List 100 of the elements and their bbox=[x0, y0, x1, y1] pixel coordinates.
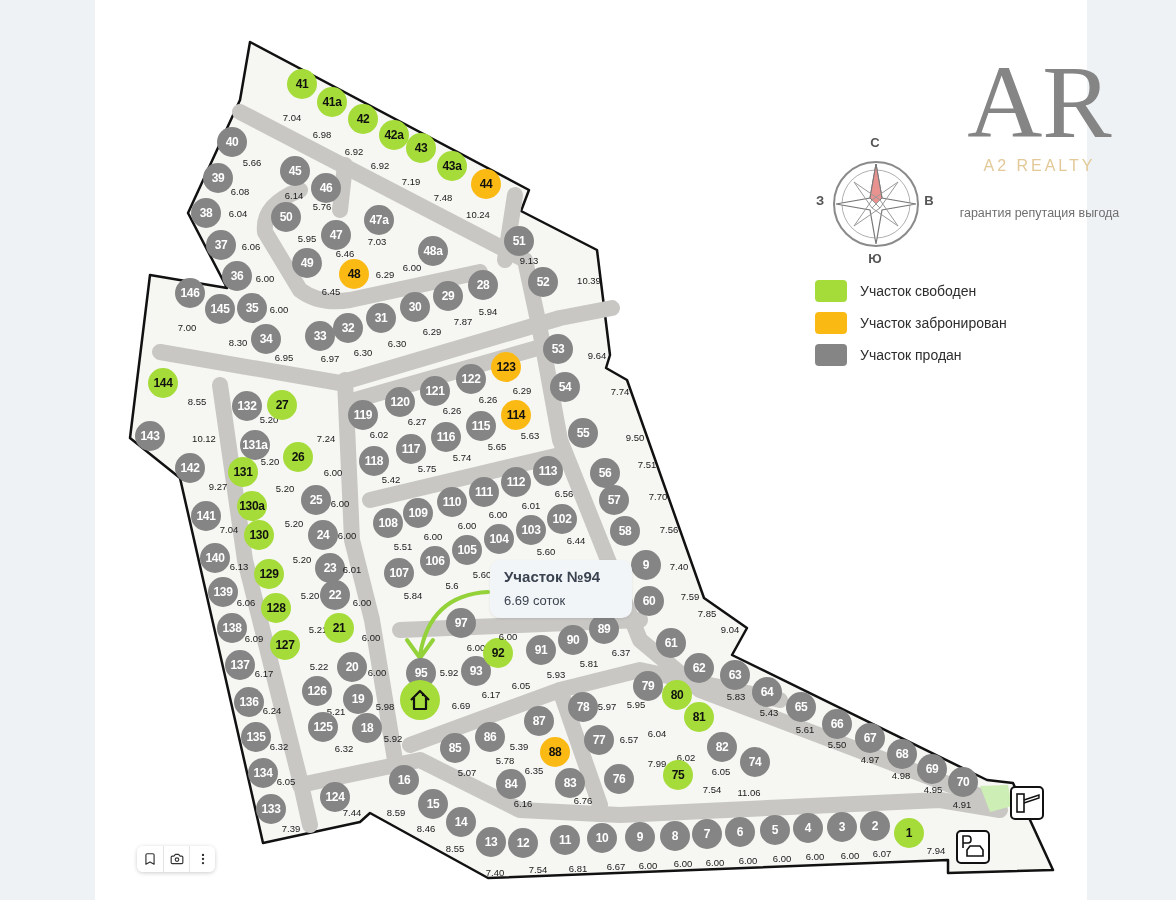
plot-area-label: 5.78 bbox=[495, 756, 515, 766]
plot-area-label: 6.30 bbox=[387, 339, 407, 349]
bookmark-icon bbox=[143, 852, 157, 866]
plot-area-label: 6.00 bbox=[255, 274, 275, 284]
plot-area-label: 6.00 bbox=[772, 854, 792, 864]
plot-area-label: 7.19 bbox=[401, 177, 421, 187]
plot-area-label: 6.00 bbox=[361, 633, 381, 643]
plot-area-label: 5.76 bbox=[312, 202, 332, 212]
plot-area-label: 6.06 bbox=[241, 242, 261, 252]
plot-area-label: 6.00 bbox=[673, 859, 693, 869]
plot-area-label: 5.6 bbox=[445, 581, 459, 591]
plot-area-label: 6.00 bbox=[323, 468, 343, 478]
plot-area-label: 7.56 bbox=[659, 525, 679, 535]
plot-area-label: 5.61 bbox=[795, 725, 815, 735]
plot-area-label: 7.70 bbox=[648, 492, 668, 502]
plot-area-label: 6.13 bbox=[229, 562, 249, 572]
plot-area-label: 10.24 bbox=[466, 210, 490, 220]
plot-area-label: 6.07 bbox=[872, 849, 892, 859]
legend-label: Участок забронирован bbox=[860, 315, 1007, 331]
plot-area-label: 6.92 bbox=[370, 161, 390, 171]
plot-area-label: 4.98 bbox=[891, 771, 911, 781]
compass-north-label: С bbox=[870, 134, 880, 150]
plot-area-label: 5.84 bbox=[403, 591, 423, 601]
plot-area-label: 6.00 bbox=[423, 532, 443, 542]
plot-area-label: 7.87 bbox=[453, 317, 473, 327]
plot-area-label: 6.76 bbox=[573, 796, 593, 806]
plot-area-label: 8.46 bbox=[416, 824, 436, 834]
plot-area-label: 6.16 bbox=[513, 799, 533, 809]
bookmark-button[interactable] bbox=[137, 846, 163, 872]
barrier-gate-icon bbox=[1010, 786, 1044, 820]
plot-area-label: 7.85 bbox=[697, 609, 717, 619]
plot-area-label: 7.04 bbox=[282, 113, 302, 123]
plot-area-label: 5.95 bbox=[297, 234, 317, 244]
plot-area-label: 7.40 bbox=[669, 562, 689, 572]
plot-area-label: 7.54 bbox=[528, 865, 548, 875]
plot-area-label: 11.06 bbox=[737, 788, 761, 798]
plot-area-label: 7.00 bbox=[177, 323, 197, 333]
plot-area-label: 6.02 bbox=[369, 430, 389, 440]
plot-area-label: 6.04 bbox=[647, 729, 667, 739]
plot-area-label: 6.00 bbox=[705, 858, 725, 868]
plot-area-label: 5.97 bbox=[597, 702, 617, 712]
compass-south-label: Ю bbox=[868, 250, 882, 266]
plot-area-label: 5.98 bbox=[375, 702, 395, 712]
plot-area-label: 6.09 bbox=[244, 634, 264, 644]
plot-area-label: 6.32 bbox=[269, 742, 289, 752]
plot-area-label: 6.26 bbox=[478, 395, 498, 405]
plot-area-label: 5.20 bbox=[292, 555, 312, 565]
plot-area-label: 10.12 bbox=[192, 434, 216, 444]
plot-area-label: 6.81 bbox=[568, 864, 588, 874]
plot-area-label: 5.75 bbox=[417, 464, 437, 474]
plot-area-label: 5.63 bbox=[520, 431, 540, 441]
plot-area-label: 8.55 bbox=[187, 397, 207, 407]
plot-area-label: 9.13 bbox=[519, 256, 539, 266]
plot-area-label: 7.74 bbox=[610, 387, 630, 397]
plot-area-label: 6.01 bbox=[342, 565, 362, 575]
plot-area-label: 9.27 bbox=[208, 482, 228, 492]
plot-area-label: 5.74 bbox=[452, 453, 472, 463]
plot-area-label: 5.50 bbox=[827, 740, 847, 750]
plot-area-label: 6.01 bbox=[521, 501, 541, 511]
plot-area-label: 5.93 bbox=[546, 670, 566, 680]
plot-area-label: 5.92 bbox=[439, 668, 459, 678]
plot-area-label: 7.51 bbox=[637, 460, 657, 470]
plot-area-label: 7.48 bbox=[433, 193, 453, 203]
plot-area-label: 6.46 bbox=[335, 249, 355, 259]
plot-area-label: 6.00 bbox=[738, 856, 758, 866]
plot-area-label: 6.08 bbox=[230, 187, 250, 197]
plot-area-label: 5.20 bbox=[284, 519, 304, 529]
plot-area-label: 5.60 bbox=[536, 547, 556, 557]
plot-area-label: 6.26 bbox=[442, 406, 462, 416]
plot-area-label: 6.29 bbox=[512, 386, 532, 396]
plot-area-label: 6.05 bbox=[711, 767, 731, 777]
plot-area-label: 6.17 bbox=[481, 690, 501, 700]
camera-button[interactable] bbox=[163, 846, 189, 872]
plot-area-label: 9.50 bbox=[625, 433, 645, 443]
plot-area-label: 8.30 bbox=[228, 338, 248, 348]
plot-area-label: 6.00 bbox=[352, 598, 372, 608]
legend-label: Участок продан bbox=[860, 347, 962, 363]
plot-area-label: 7.40 bbox=[485, 868, 505, 878]
plot-area-label: 6.02 bbox=[676, 753, 696, 763]
arrow-icon bbox=[405, 590, 490, 660]
plot-area-label: 5.51 bbox=[393, 542, 413, 552]
plot-area-label: 6.24 bbox=[262, 706, 282, 716]
plot-area-label: 6.97 bbox=[320, 354, 340, 364]
plot-area-label: 6.00 bbox=[337, 531, 357, 541]
plot-area-label: 5.22 bbox=[309, 662, 329, 672]
plot-area-label: 5.20 bbox=[300, 591, 320, 601]
plot-area-label: 6.27 bbox=[407, 417, 427, 427]
plot-area-label: 6.37 bbox=[611, 648, 631, 658]
plot-area-label: 8.59 bbox=[386, 808, 406, 818]
plot-area-label: 6.00 bbox=[805, 852, 825, 862]
compass-west-label: З bbox=[815, 192, 825, 208]
plot-area-label: 5.94 bbox=[478, 307, 498, 317]
plot-area-label: 6.29 bbox=[375, 270, 395, 280]
plot-area-label: 7.39 bbox=[281, 824, 301, 834]
plot-area-label: 5.39 bbox=[509, 742, 529, 752]
plot-area-label: 6.00 bbox=[367, 668, 387, 678]
plot-area-label: 6.92 bbox=[344, 147, 364, 157]
plot-area-label: 4.95 bbox=[923, 785, 943, 795]
plot-area-label: 6.17 bbox=[254, 669, 274, 679]
plot-area-label: 6.00 bbox=[457, 521, 477, 531]
